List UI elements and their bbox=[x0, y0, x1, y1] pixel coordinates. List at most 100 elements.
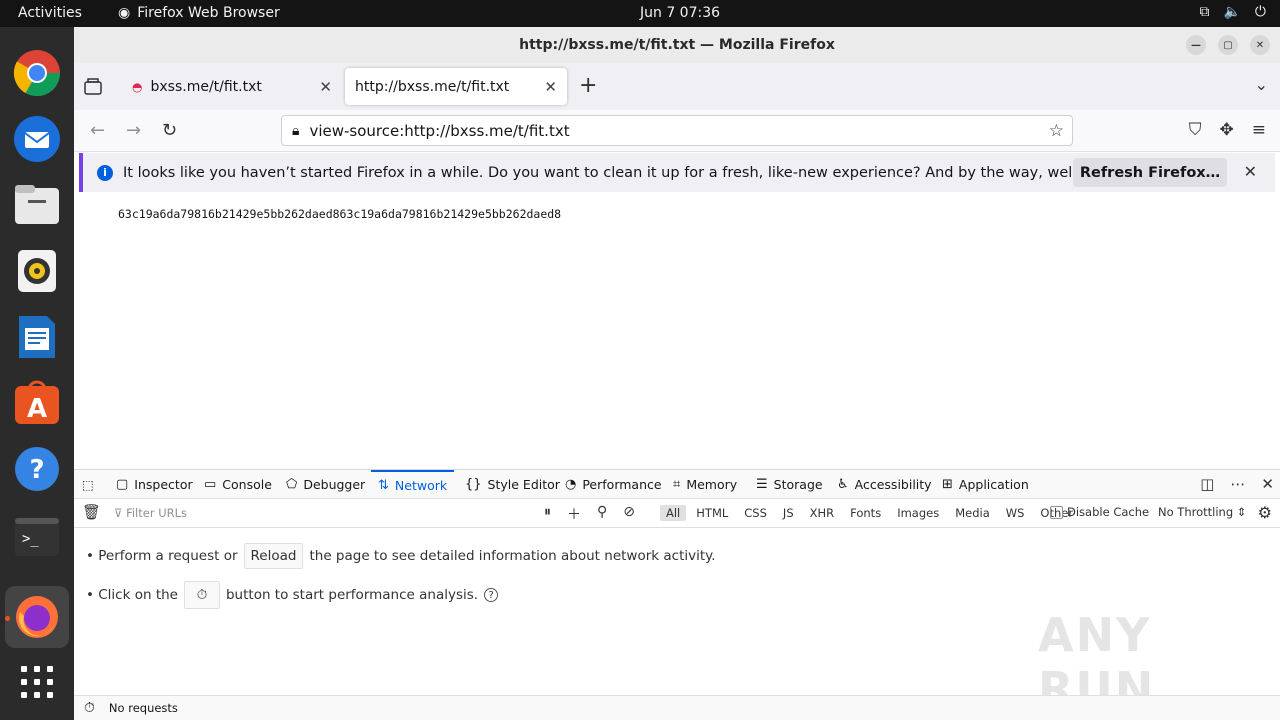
request-count: No requests bbox=[108, 701, 178, 715]
minimize-button[interactable]: — bbox=[1186, 35, 1206, 55]
block-icon[interactable]: ⊘ bbox=[623, 504, 635, 524]
message-text: • Click on the bbox=[86, 587, 178, 603]
filter-css[interactable]: CSS bbox=[738, 505, 773, 521]
dock-help[interactable]: ? bbox=[12, 444, 62, 494]
tab-console[interactable]: ▭ Console bbox=[204, 470, 272, 498]
application-icon: ⊞ bbox=[942, 476, 953, 492]
power-icon[interactable]: ⏻ bbox=[1255, 4, 1266, 20]
storage-icon: ☰ bbox=[756, 476, 768, 492]
activities-button[interactable]: Activities bbox=[18, 5, 82, 21]
rhythmbox-icon bbox=[18, 250, 56, 292]
tab-style-editor[interactable]: {} Style Editor bbox=[465, 470, 560, 498]
tab-bxss-2[interactable]: http://bxss.me/t/fit.txt ✕ bbox=[345, 68, 567, 105]
filter-xhr[interactable]: XHR bbox=[804, 505, 841, 521]
maximize-button[interactable]: ▢ bbox=[1218, 35, 1238, 55]
show-apps-button[interactable] bbox=[12, 657, 62, 707]
refresh-firefox-button[interactable]: Refresh Firefox… bbox=[1073, 158, 1227, 187]
notification-close-icon[interactable]: ✕ bbox=[1244, 162, 1257, 181]
site-info-icon[interactable]: 🔒︎ bbox=[292, 123, 299, 139]
checkbox-box bbox=[1050, 505, 1063, 519]
checkbox-label: Disable Cache bbox=[1067, 505, 1150, 519]
tab-label: Network bbox=[394, 477, 448, 493]
network-icon: ⇅ bbox=[378, 477, 389, 493]
dock-firefox[interactable] bbox=[5, 586, 69, 648]
dock-chrome[interactable] bbox=[12, 48, 62, 98]
dock-app-center[interactable]: A bbox=[12, 378, 62, 428]
filter-js[interactable]: JS bbox=[777, 505, 800, 521]
url-bar[interactable]: 🔒︎ view-source:http://bxss.me/t/fit.txt … bbox=[281, 115, 1073, 146]
url-value[interactable]: view-source:http://bxss.me/t/fit.txt bbox=[309, 122, 569, 140]
list-all-tabs-chevron-icon[interactable]: ⌄ bbox=[1255, 75, 1268, 94]
dock-rhythmbox[interactable] bbox=[12, 246, 62, 296]
dock-files[interactable] bbox=[12, 180, 62, 230]
tab-close-icon[interactable]: ✕ bbox=[319, 78, 332, 96]
tab-debugger[interactable]: ⬠ Debugger bbox=[286, 470, 365, 498]
trash-icon[interactable]: 🗑︎ bbox=[82, 503, 101, 521]
reload-button[interactable]: ↻ bbox=[162, 120, 177, 141]
tab-memory[interactable]: ⌗ Memory bbox=[673, 470, 737, 498]
new-tab-button[interactable]: + bbox=[579, 73, 597, 98]
tab-inspector[interactable]: ▢ Inspector bbox=[116, 470, 193, 498]
tab-bxss-1[interactable]: ◓ bxss.me/t/fit.txt ✕ bbox=[122, 68, 342, 105]
tab-network[interactable]: ⇅ Network bbox=[371, 470, 455, 498]
extensions-icon[interactable]: ✥ bbox=[1220, 120, 1234, 140]
firefox-window: http://bxss.me/t/fit.txt — Mozilla Firef… bbox=[74, 27, 1280, 720]
filter-all[interactable]: All bbox=[660, 505, 687, 521]
system-tray[interactable]: ⧉ 🔈 ⏻ bbox=[1199, 4, 1266, 20]
performance-analysis-button[interactable]: ⏱ bbox=[183, 581, 220, 609]
stopwatch-icon[interactable]: ⏱ bbox=[84, 700, 95, 716]
tab-accessibility[interactable]: ♿︎ Accessibility bbox=[837, 470, 932, 498]
throttling-select[interactable]: No Throttling ⇕ bbox=[1158, 505, 1246, 519]
dock: A ? >_ bbox=[0, 27, 74, 720]
accessibility-icon: ♿︎ bbox=[837, 476, 849, 492]
svg-text:A: A bbox=[27, 394, 47, 424]
gear-icon[interactable]: ⚙ bbox=[1258, 503, 1272, 522]
filter-icon: ⊽ bbox=[114, 506, 123, 520]
tab-close-icon[interactable]: ✕ bbox=[544, 78, 557, 96]
system-top-bar: Activities ◉ Firefox Web Browser Jun 7 0… bbox=[0, 0, 1280, 27]
firefox-view-icon[interactable] bbox=[82, 76, 104, 98]
dock-libreoffice-writer[interactable] bbox=[12, 312, 62, 362]
menu-hamburger-icon[interactable]: ≡ bbox=[1252, 120, 1266, 140]
navigation-toolbar: ← → ↻ 🔒︎ view-source:http://bxss.me/t/fi… bbox=[74, 110, 1280, 152]
close-devtools-icon[interactable]: ✕ bbox=[1261, 475, 1274, 493]
style-editor-icon: {} bbox=[465, 476, 482, 492]
tab-bar: ◓ bxss.me/t/fit.txt ✕ http://bxss.me/t/f… bbox=[74, 63, 1280, 110]
pocket-icon[interactable]: ⛉ bbox=[1189, 120, 1202, 140]
filter-urls-input[interactable]: ⊽ Filter URLs bbox=[114, 506, 187, 520]
more-options-icon[interactable]: ⋯ bbox=[1230, 475, 1245, 493]
dock-thunderbird[interactable] bbox=[12, 114, 62, 164]
dock-side-icon[interactable]: ◫ bbox=[1200, 475, 1214, 493]
filter-ws[interactable]: WS bbox=[1000, 505, 1031, 521]
filter-media[interactable]: Media bbox=[949, 505, 996, 521]
add-request-icon[interactable]: ＋ bbox=[567, 504, 581, 524]
filter-images[interactable]: Images bbox=[891, 505, 945, 521]
forward-button[interactable]: → bbox=[126, 120, 141, 141]
running-indicator bbox=[5, 616, 10, 621]
console-icon: ▭ bbox=[204, 476, 217, 492]
window-titlebar[interactable]: http://bxss.me/t/fit.txt — Mozilla Firef… bbox=[74, 27, 1280, 63]
pause-icon[interactable]: ⏸︎ bbox=[544, 504, 551, 524]
reload-page-button[interactable]: Reload bbox=[243, 543, 304, 569]
help-circle-icon[interactable]: ? bbox=[484, 588, 499, 602]
element-picker-icon[interactable]: ⬚ bbox=[82, 470, 94, 498]
svg-text:>_: >_ bbox=[22, 531, 39, 547]
site-favicon-icon: ◓ bbox=[132, 79, 143, 94]
volume-icon[interactable]: 🔈 bbox=[1223, 4, 1240, 20]
firefox-small-icon: ◉ bbox=[118, 5, 131, 21]
network-icon[interactable]: ⧉ bbox=[1199, 4, 1209, 20]
filter-html[interactable]: HTML bbox=[690, 505, 734, 521]
tab-storage[interactable]: ☰ Storage bbox=[756, 470, 823, 498]
bookmark-star-icon[interactable]: ☆ bbox=[1049, 121, 1064, 141]
search-icon[interactable]: ⚲ bbox=[597, 504, 607, 524]
close-window-button[interactable]: ✕ bbox=[1250, 35, 1270, 55]
app-menu[interactable]: ◉ Firefox Web Browser bbox=[118, 5, 280, 21]
firefox-icon bbox=[16, 596, 58, 638]
tab-application[interactable]: ⊞ Application bbox=[942, 470, 1029, 498]
clock[interactable]: Jun 7 07:36 bbox=[640, 5, 720, 21]
filter-fonts[interactable]: Fonts bbox=[844, 505, 887, 521]
tab-performance[interactable]: ◔ Performance bbox=[565, 470, 662, 498]
dock-terminal[interactable]: >_ bbox=[12, 512, 62, 562]
disable-cache-checkbox[interactable]: Disable Cache bbox=[1050, 505, 1149, 519]
back-button[interactable]: ← bbox=[90, 120, 105, 141]
